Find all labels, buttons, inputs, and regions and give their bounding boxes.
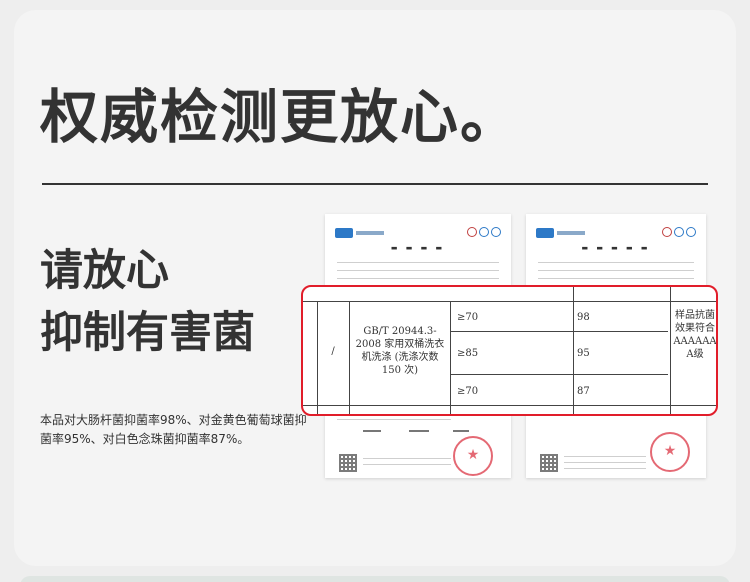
official-seal-icon [453, 436, 493, 476]
official-seal-icon [650, 432, 690, 472]
divider [42, 183, 708, 185]
empty-cell-dash: / [331, 346, 335, 357]
signature-mark [453, 430, 469, 432]
headline: 权威检测更放心。 [40, 83, 521, 151]
result-cell: 87 [577, 386, 590, 397]
certification-marks-icon [660, 222, 696, 241]
certification-marks-icon [465, 222, 501, 241]
qr-code-icon [540, 454, 558, 472]
description-text: 本品对大肠杆菌抑菌率98%、对金黄色葡萄球菌抑菌率95%、对白色念珠菌抑菌率87… [40, 413, 307, 446]
qr-code-icon [339, 454, 357, 472]
lab-logo-icon [536, 222, 585, 238]
highlighted-result-table: / GB/T 20944.3-2008 家用双桶洗衣机洗涤 (洗涤次数 150 … [301, 285, 718, 416]
result-cell: 95 [577, 348, 590, 359]
requirement-cell: ≥70 [457, 386, 479, 397]
next-section-edge [20, 576, 730, 582]
requirement-cell: ≥70 [457, 312, 479, 323]
signature-mark [363, 430, 381, 432]
lab-logo-icon [335, 222, 384, 238]
subtitle-line-2: 抑制有害菌 [40, 308, 255, 358]
requirement-cell: ≥85 [457, 348, 479, 359]
report-heading-graphic: ▬ ▬ ▬ ▬ ▬ [581, 244, 651, 252]
report-heading-graphic: ▬ ▬ ▬ ▬ [390, 244, 446, 252]
conclusion-cell: 样品抗菌效果符合AAAAAAA级 [673, 310, 717, 360]
subtitle-line-1: 请放心 [40, 246, 169, 296]
signature-mark [409, 430, 429, 432]
test-standard-cell: GB/T 20944.3-2008 家用双桶洗衣机洗涤 (洗涤次数 150 次) [355, 326, 445, 376]
result-cell: 98 [577, 312, 590, 323]
